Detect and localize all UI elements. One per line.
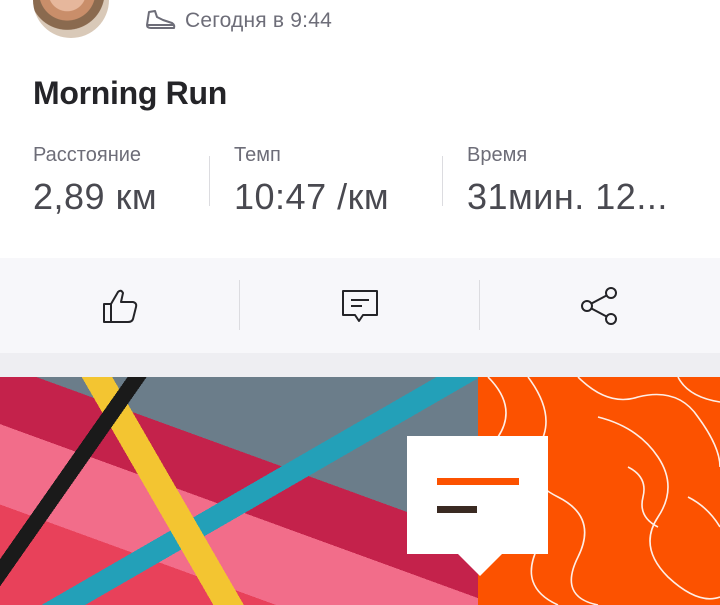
bubble-line — [437, 478, 519, 485]
comment-button[interactable] — [240, 258, 480, 353]
stat-pace-value: 10:47 /км — [234, 176, 390, 217]
stat-distance: Расстояние 2,89 км — [33, 144, 157, 218]
shoe-icon — [146, 10, 176, 29]
action-bar — [0, 258, 720, 353]
share-icon — [581, 286, 617, 325]
stat-time-value: 31мин. 12... — [467, 176, 668, 217]
feed-separator — [0, 353, 720, 377]
stat-time: Время 31мин. 12... — [467, 144, 668, 218]
stat-divider — [442, 156, 443, 206]
promo-banner[interactable] — [0, 377, 720, 605]
comment-bubble — [407, 436, 548, 554]
thumbs-up-icon — [103, 289, 138, 323]
comment-icon — [342, 289, 378, 322]
comment-bubble-tail — [458, 554, 502, 576]
stat-distance-value: 2,89 км — [33, 176, 158, 217]
stat-pace-label: Темп — [234, 144, 281, 166]
stat-distance-label: Расстояние — [33, 144, 142, 166]
activity-title[interactable]: Morning Run — [33, 75, 227, 112]
activity-timestamp: Сегодня в 9:44 — [185, 9, 332, 32]
stat-pace: Темп 10:47 /км — [234, 144, 389, 218]
bubble-line — [437, 506, 477, 513]
stat-time-label: Время — [467, 144, 528, 166]
avatar[interactable] — [33, 0, 109, 38]
kudos-button[interactable] — [0, 258, 240, 353]
stat-divider — [209, 156, 210, 206]
share-button[interactable] — [480, 258, 720, 353]
activity-card[interactable]: Сегодня в 9:44 Morning Run Расстояние 2,… — [0, 0, 720, 258]
activity-meta: Сегодня в 9:44 — [143, 6, 332, 36]
